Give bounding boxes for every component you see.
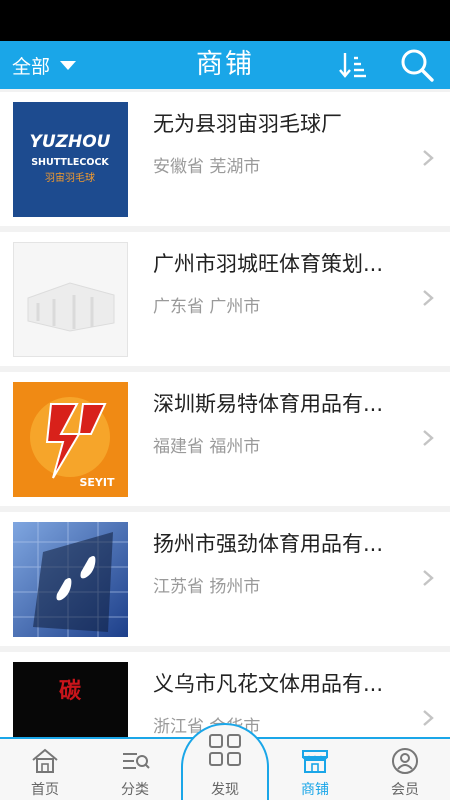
region-filter-label: 全部 xyxy=(12,55,51,78)
member-icon xyxy=(392,748,418,774)
tab-home[interactable]: 首页 xyxy=(0,739,90,800)
shop-logo-yuzhou: YUZHOU SHUTTLECOCK 羽宙羽毛球 xyxy=(13,102,128,217)
svg-text:YUZHOU: YUZHOU xyxy=(30,132,111,152)
shop-name: 无为县羽宙羽毛球厂 xyxy=(153,112,342,136)
sort-icon xyxy=(339,53,366,78)
tab-home-label: 首页 xyxy=(31,782,59,798)
chevron-right-icon xyxy=(423,430,434,446)
shop-icon xyxy=(302,750,328,773)
svg-text:SHUTTLECOCK: SHUTTLECOCK xyxy=(31,157,109,168)
shop-logo-seyit: SEYIT xyxy=(13,382,128,497)
tab-shop[interactable]: 商铺 xyxy=(270,739,360,800)
shop-logo-qiangjin xyxy=(13,522,128,637)
shop-list-item[interactable]: YUZHOU SHUTTLECOCK 羽宙羽毛球 无为县羽宙羽毛球厂 安徽省 芜… xyxy=(0,92,450,226)
chevron-right-icon xyxy=(423,150,434,166)
shop-location: 福建省 福州市 xyxy=(153,437,261,457)
shop-name: 广州市羽城旺体育策划... xyxy=(153,252,384,276)
shop-name: 深圳斯易特体育用品有... xyxy=(153,392,384,416)
region-filter-dropdown[interactable]: 全部 xyxy=(12,41,77,89)
discover-grid-icon xyxy=(209,734,241,766)
shop-name: 义乌市凡花文体用品有... xyxy=(153,672,384,696)
tab-member[interactable]: 会员 xyxy=(360,739,450,800)
category-icon xyxy=(123,753,150,769)
tab-discover[interactable]: 发现 xyxy=(180,734,270,800)
shop-list-item[interactable]: 扬州市强劲体育用品有... 江苏省 扬州市 xyxy=(0,512,450,646)
shop-logo-placeholder xyxy=(13,242,128,357)
sort-button[interactable] xyxy=(338,49,368,81)
svg-text:羽宙羽毛球: 羽宙羽毛球 xyxy=(45,171,95,184)
tab-category-label: 分类 xyxy=(121,782,149,798)
shop-location: 江苏省 扬州市 xyxy=(153,577,261,597)
bottom-tab-bar: 首页 分类 发现 商铺 会员 xyxy=(0,723,450,800)
top-app-bar: 全部 商铺 xyxy=(0,41,450,89)
shop-name: 扬州市强劲体育用品有... xyxy=(153,532,384,556)
tab-shop-label: 商铺 xyxy=(301,782,329,798)
chevron-right-icon xyxy=(423,710,434,726)
tab-discover-label: 发现 xyxy=(211,782,239,798)
shop-location: 广东省 广州市 xyxy=(153,297,261,317)
shop-list: YUZHOU SHUTTLECOCK 羽宙羽毛球 无为县羽宙羽毛球厂 安徽省 芜… xyxy=(0,89,450,737)
chevron-right-icon xyxy=(423,570,434,586)
svg-text:碳: 碳 xyxy=(59,679,82,704)
search-button[interactable] xyxy=(398,46,436,84)
shop-logo-fanhua: 碳 xyxy=(13,662,128,737)
shop-location: 安徽省 芜湖市 xyxy=(153,157,261,177)
tab-category[interactable]: 分类 xyxy=(90,739,180,800)
status-bar xyxy=(0,0,450,41)
tab-member-label: 会员 xyxy=(391,782,419,798)
shop-list-item[interactable]: 广州市羽城旺体育策划... 广东省 广州市 xyxy=(0,232,450,366)
shop-list-item[interactable]: SEYIT 深圳斯易特体育用品有... 福建省 福州市 xyxy=(0,372,450,506)
chevron-right-icon xyxy=(423,290,434,306)
caret-down-icon xyxy=(60,61,77,70)
svg-text:SEYIT: SEYIT xyxy=(80,476,115,489)
search-icon xyxy=(401,49,434,82)
home-icon xyxy=(32,748,58,773)
